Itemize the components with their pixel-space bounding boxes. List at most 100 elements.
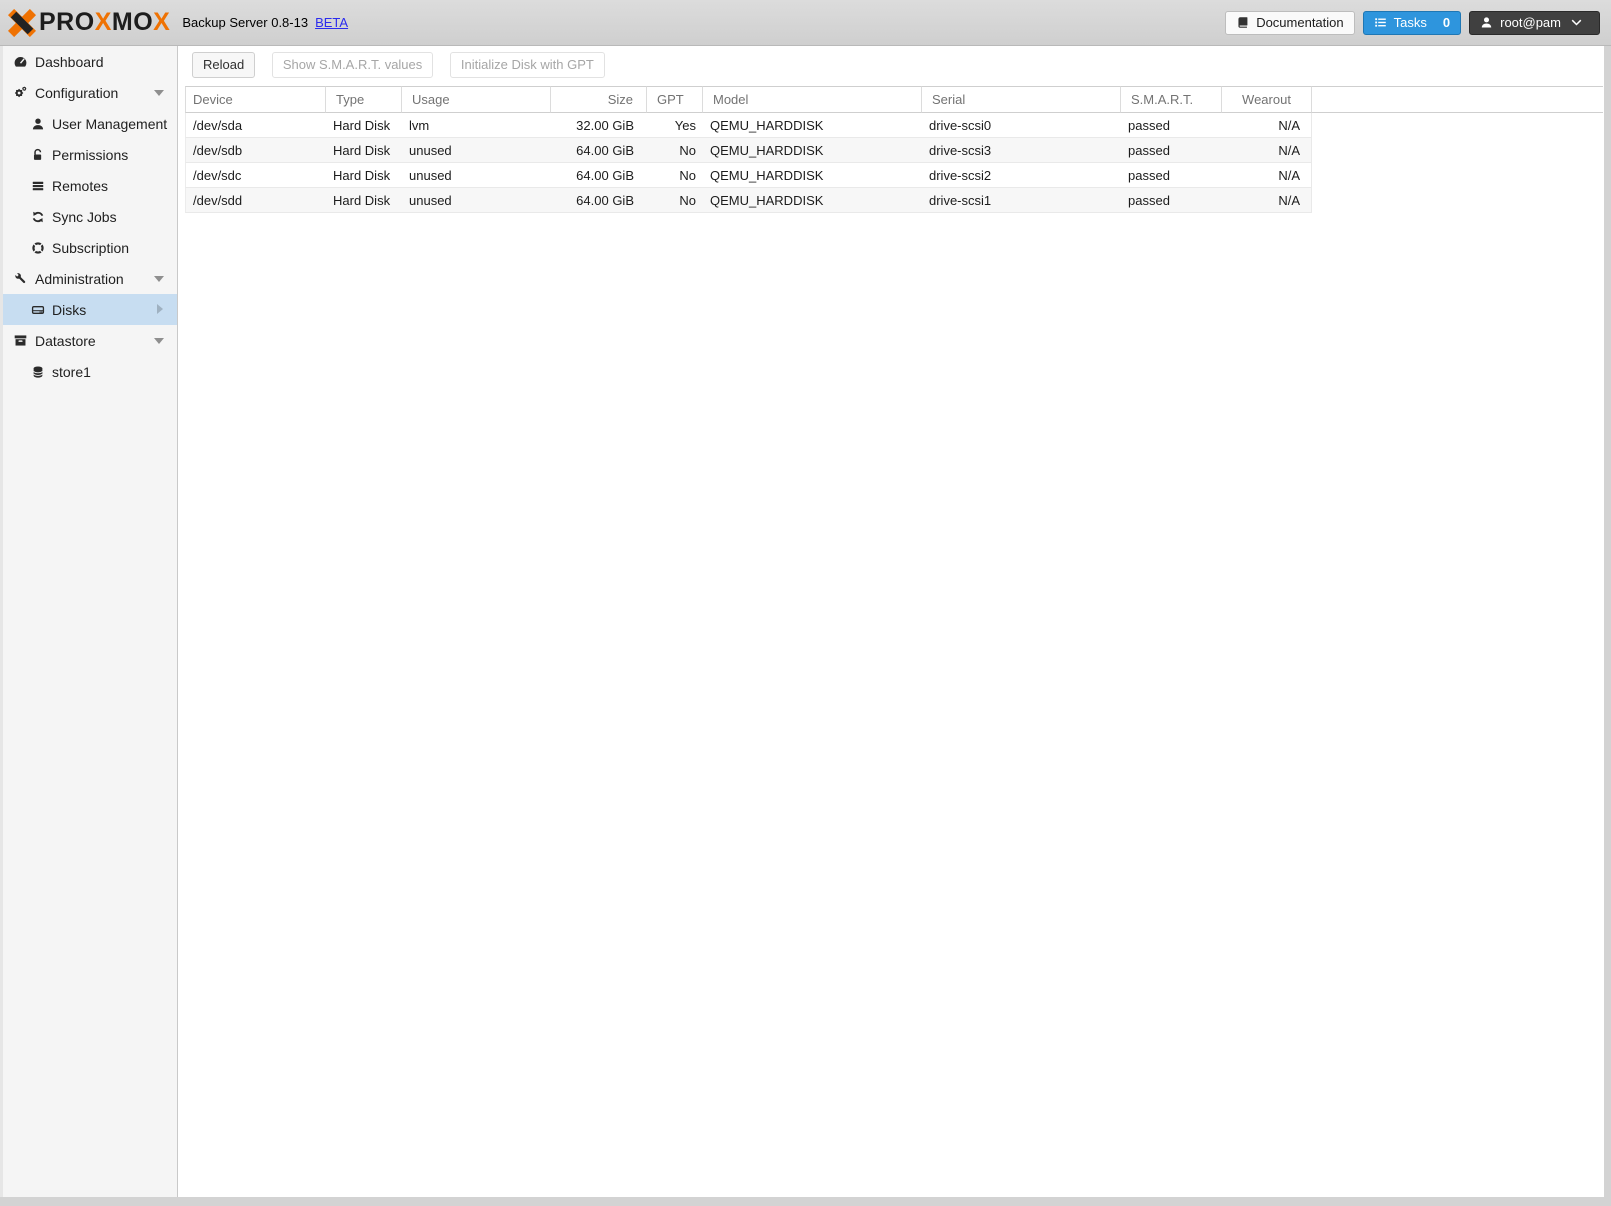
cell-filler <box>1312 188 1603 213</box>
column-header-wearout[interactable]: Wearout <box>1222 86 1312 113</box>
table-row-sdd[interactable]: /dev/sdd Hard Disk unused 64.00 GiB No Q… <box>185 188 1603 213</box>
cell-filler <box>1312 113 1603 138</box>
sidebar-item-remotes[interactable]: Remotes <box>3 170 177 201</box>
sidebar-nav: Dashboard Configuration User Management … <box>0 46 178 1197</box>
gears-icon <box>12 85 29 101</box>
cell-device: /dev/sda <box>185 113 326 138</box>
sidebar-item-user-management[interactable]: User Management <box>3 108 177 139</box>
sidebar-item-subscription[interactable]: Subscription <box>3 232 177 263</box>
cell-gpt: No <box>647 138 703 163</box>
cell-filler <box>1312 138 1603 163</box>
main-row: Dashboard Configuration User Management … <box>0 46 1611 1197</box>
cell-gpt: No <box>647 188 703 213</box>
documentation-button[interactable]: Documentation <box>1225 10 1355 35</box>
table-row-sda[interactable]: /dev/sda Hard Disk lvm 32.00 GiB Yes QEM… <box>185 113 1603 138</box>
beta-link[interactable]: BETA <box>315 15 348 30</box>
sidebar-item-label: Permissions <box>52 146 129 163</box>
unlock-icon <box>29 147 46 163</box>
sidebar-item-sync-jobs[interactable]: Sync Jobs <box>3 201 177 232</box>
database-icon <box>29 364 46 380</box>
cell-type: Hard Disk <box>326 163 402 188</box>
sidebar-item-disks[interactable]: Disks <box>3 294 177 325</box>
tasks-label: Tasks <box>1393 15 1427 30</box>
collapse-arrow-icon <box>154 90 164 96</box>
dashboard-icon <box>12 54 29 70</box>
user-menu-button[interactable]: root@pam <box>1469 10 1600 35</box>
cell-wearout: N/A <box>1222 138 1312 163</box>
column-header-serial[interactable]: Serial <box>922 86 1121 113</box>
disks-toolbar: Reload Show S.M.A.R.T. values Initialize… <box>178 46 1604 84</box>
initialize-disk-gpt-button[interactable]: Initialize Disk with GPT <box>449 52 605 78</box>
sidebar-item-label: Subscription <box>52 239 130 256</box>
column-header-smart[interactable]: S.M.A.R.T. <box>1121 86 1222 113</box>
sidebar-item-label: store1 <box>52 363 91 380</box>
collapse-arrow-icon <box>154 338 164 344</box>
cell-wearout: N/A <box>1222 163 1312 188</box>
sync-refresh-icon <box>29 209 46 225</box>
cell-device: /dev/sdc <box>185 163 326 188</box>
user-label: root@pam <box>1500 15 1561 30</box>
hard-disk-icon <box>29 302 46 318</box>
sidebar-item-store1[interactable]: store1 <box>3 356 177 387</box>
app-title: Backup Server 0.8-13 <box>182 15 309 30</box>
chevron-down-icon <box>1571 19 1589 26</box>
top-header-bar: PROXMOX Backup Server 0.8-13 BETA Docume… <box>0 0 1611 46</box>
content-panel: Reload Show S.M.A.R.T. values Initialize… <box>178 46 1604 1197</box>
cell-gpt: No <box>647 163 703 188</box>
sidebar-item-administration[interactable]: Administration <box>3 263 177 294</box>
cell-serial: drive-scsi3 <box>922 138 1121 163</box>
cell-model: QEMU_HARDDISK <box>703 138 922 163</box>
cell-model: QEMU_HARDDISK <box>703 188 922 213</box>
table-header-row: Device Type Usage Size GPT Model Serial … <box>185 86 1603 113</box>
sidebar-item-dashboard[interactable]: Dashboard <box>3 46 177 77</box>
cell-smart: passed <box>1121 188 1222 213</box>
column-header-model[interactable]: Model <box>703 86 922 113</box>
sidebar-item-label: User Management <box>52 115 168 132</box>
cell-serial: drive-scsi2 <box>922 163 1121 188</box>
cell-size: 64.00 GiB <box>551 138 647 163</box>
cell-type: Hard Disk <box>326 113 402 138</box>
cell-usage: unused <box>402 138 551 163</box>
sidebar-item-configuration[interactable]: Configuration <box>3 77 177 108</box>
sidebar-item-permissions[interactable]: Permissions <box>3 139 177 170</box>
column-header-filler <box>1312 86 1603 113</box>
proxmox-wordmark: PROXMOX <box>39 8 171 36</box>
cell-type: Hard Disk <box>326 138 402 163</box>
cell-type: Hard Disk <box>326 188 402 213</box>
cell-size: 32.00 GiB <box>551 113 647 138</box>
disks-table: Device Type Usage Size GPT Model Serial … <box>185 86 1603 213</box>
tasks-button[interactable]: Tasks 0 <box>1362 10 1462 35</box>
cell-smart: passed <box>1121 138 1222 163</box>
cell-serial: drive-scsi0 <box>922 113 1121 138</box>
user-icon <box>1481 17 1492 28</box>
viewport: PROXMOX Backup Server 0.8-13 BETA Docume… <box>0 0 1611 1206</box>
proxmox-x-logo-icon <box>8 8 36 37</box>
column-header-size[interactable]: Size <box>551 86 647 113</box>
sidebar-item-label: Datastore <box>35 332 96 349</box>
wrench-icon <box>12 271 29 287</box>
sidebar-item-label: Administration <box>35 270 124 287</box>
cell-wearout: N/A <box>1222 113 1312 138</box>
cell-size: 64.00 GiB <box>551 163 647 188</box>
column-header-device[interactable]: Device <box>185 86 326 113</box>
sidebar-item-datastore[interactable]: Datastore <box>3 325 177 356</box>
book-icon <box>1238 17 1248 28</box>
table-row-sdb[interactable]: /dev/sdb Hard Disk unused 64.00 GiB No Q… <box>185 138 1603 163</box>
cell-device: /dev/sdb <box>185 138 326 163</box>
user-icon <box>29 116 46 132</box>
cell-serial: drive-scsi1 <box>922 188 1121 213</box>
show-smart-values-button[interactable]: Show S.M.A.R.T. values <box>271 52 434 78</box>
sidebar-item-label: Disks <box>52 301 87 318</box>
reload-button[interactable]: Reload <box>192 52 256 78</box>
cell-size: 64.00 GiB <box>551 188 647 213</box>
column-header-type[interactable]: Type <box>326 86 402 113</box>
cell-model: QEMU_HARDDISK <box>703 163 922 188</box>
archive-box-icon <box>12 333 29 349</box>
column-header-usage[interactable]: Usage <box>402 86 551 113</box>
cell-smart: passed <box>1121 163 1222 188</box>
sidebar-item-label: Sync Jobs <box>52 208 117 225</box>
column-header-gpt[interactable]: GPT <box>647 86 703 113</box>
proxmox-brand: PROXMOX <box>8 8 170 37</box>
cell-wearout: N/A <box>1222 188 1312 213</box>
table-row-sdc[interactable]: /dev/sdc Hard Disk unused 64.00 GiB No Q… <box>185 163 1603 188</box>
